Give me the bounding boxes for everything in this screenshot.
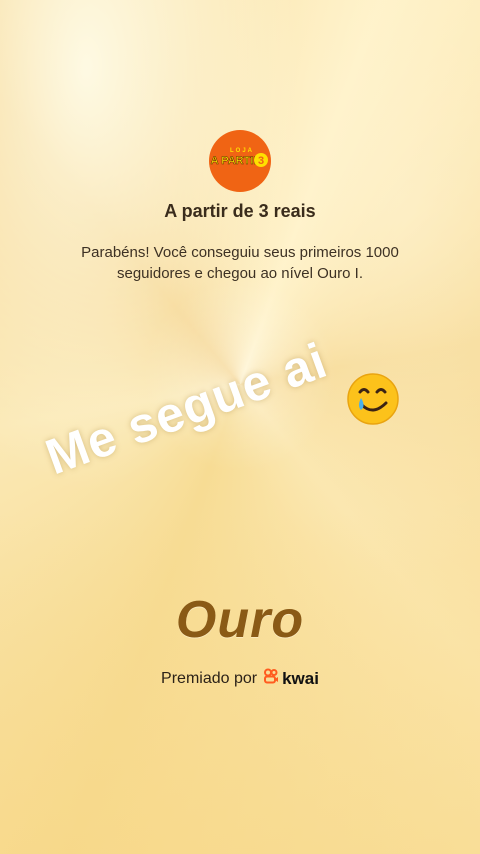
- logo-text-main: A PARTIR: [211, 155, 262, 167]
- sticker-text[interactable]: Me segue ai: [38, 319, 368, 486]
- logo-text-top: LOJA: [230, 148, 254, 154]
- smiling-face-with-tear-icon: [346, 372, 400, 426]
- kwai-logo: kwai: [263, 668, 319, 689]
- level-name: Ouro: [175, 591, 305, 649]
- store-logo: LOJA A PARTIR 3: [209, 130, 271, 192]
- achievement-message: Parabéns! Você conseguiu seus primeiros …: [81, 244, 399, 282]
- award-line: Premiado por kwai: [0, 668, 480, 689]
- kwai-icon: [263, 668, 279, 689]
- award-prefix: Premiado por: [161, 669, 258, 687]
- logo-number: 3: [258, 155, 264, 167]
- kwai-brand: kwai: [282, 668, 319, 688]
- store-name: A partir de 3 reais: [164, 201, 316, 221]
